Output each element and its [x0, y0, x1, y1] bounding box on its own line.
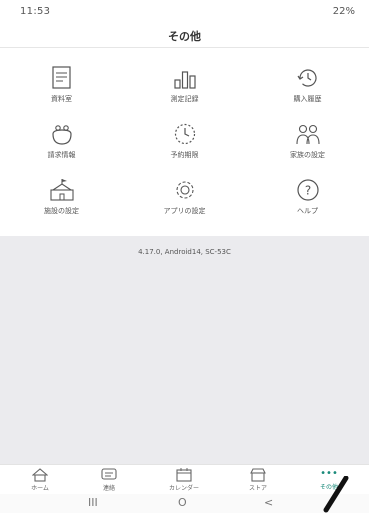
menu-item-label: 施設の設定 [44, 207, 79, 215]
menu-item-label: アプリの設定 [163, 207, 206, 215]
menu-item-label: 家族の設定 [290, 151, 325, 159]
nav-label: ストア [248, 485, 267, 492]
bottom-nav: ホーム 連絡 カレンダー ストア ••• その他 [0, 464, 369, 494]
nav-store[interactable]: ストア [228, 465, 288, 495]
menu-item-help[interactable]: ? ヘルプ [246, 168, 369, 224]
message-icon [101, 468, 117, 480]
app-version: 4.17.0, Android14, SC-53C [138, 248, 231, 256]
menu-item-facility-settings[interactable]: 施設の設定 [0, 168, 123, 224]
menu-item-family-settings[interactable]: 家族の設定 [246, 112, 369, 168]
nav-calendar[interactable]: カレンダー [154, 465, 214, 495]
store-icon [250, 468, 266, 482]
back-button[interactable]: < [264, 496, 273, 509]
menu-item-label: 購入履歴 [293, 95, 322, 103]
nav-home[interactable]: ホーム [10, 465, 70, 495]
history-icon [297, 69, 317, 87]
system-home-button[interactable]: O [178, 496, 187, 509]
document-icon [51, 66, 71, 89]
gear-icon [175, 181, 194, 199]
menu-item-reservation[interactable]: 予約期限 [123, 112, 246, 168]
system-nav-bar: III O < [0, 494, 369, 513]
menu-item-label: 測定記録 [170, 95, 199, 103]
menu-grid: 資料室 測定記録 購入履歴 請求情報 予約期限 家族の設定 施設の設定 アプリの… [0, 56, 369, 224]
nav-label: カレンダー [168, 485, 199, 492]
menu-item-purchase-history[interactable]: 購入履歴 [246, 56, 369, 112]
menu-item-documents[interactable]: 資料室 [0, 56, 123, 112]
recents-button[interactable]: III [88, 496, 98, 509]
clock-icon [174, 123, 195, 145]
menu-item-label: 請求情報 [47, 151, 76, 159]
svg-text:?: ? [304, 184, 310, 198]
wallet-icon [51, 125, 72, 145]
status-bar: 11:53 22% [0, 0, 369, 22]
page-title: その他 [168, 30, 201, 43]
menu-item-records[interactable]: 測定記録 [123, 56, 246, 112]
home-icon [32, 468, 48, 482]
menu-item-billing[interactable]: 請求情報 [0, 112, 123, 168]
family-icon [295, 124, 320, 145]
school-icon [49, 179, 74, 201]
nav-label: 連絡 [102, 485, 115, 492]
header: その他 [0, 22, 369, 48]
nav-messages[interactable]: 連絡 [79, 465, 139, 495]
status-time: 11:53 [20, 6, 51, 17]
nav-label: ホーム [31, 485, 49, 492]
menu-item-label: 予約期限 [170, 151, 199, 159]
menu-item-label: ヘルプ [297, 207, 318, 215]
bar-chart-icon [173, 71, 196, 89]
menu-item-label: 資料室 [51, 95, 72, 103]
help-icon: ? [296, 179, 319, 201]
calendar-icon [176, 468, 192, 482]
menu-item-app-settings[interactable]: アプリの設定 [123, 168, 246, 224]
pen-stroke [323, 476, 349, 513]
battery-indicator: 22% [332, 6, 355, 17]
content-area: 4.17.0, Android14, SC-53C [0, 236, 369, 464]
